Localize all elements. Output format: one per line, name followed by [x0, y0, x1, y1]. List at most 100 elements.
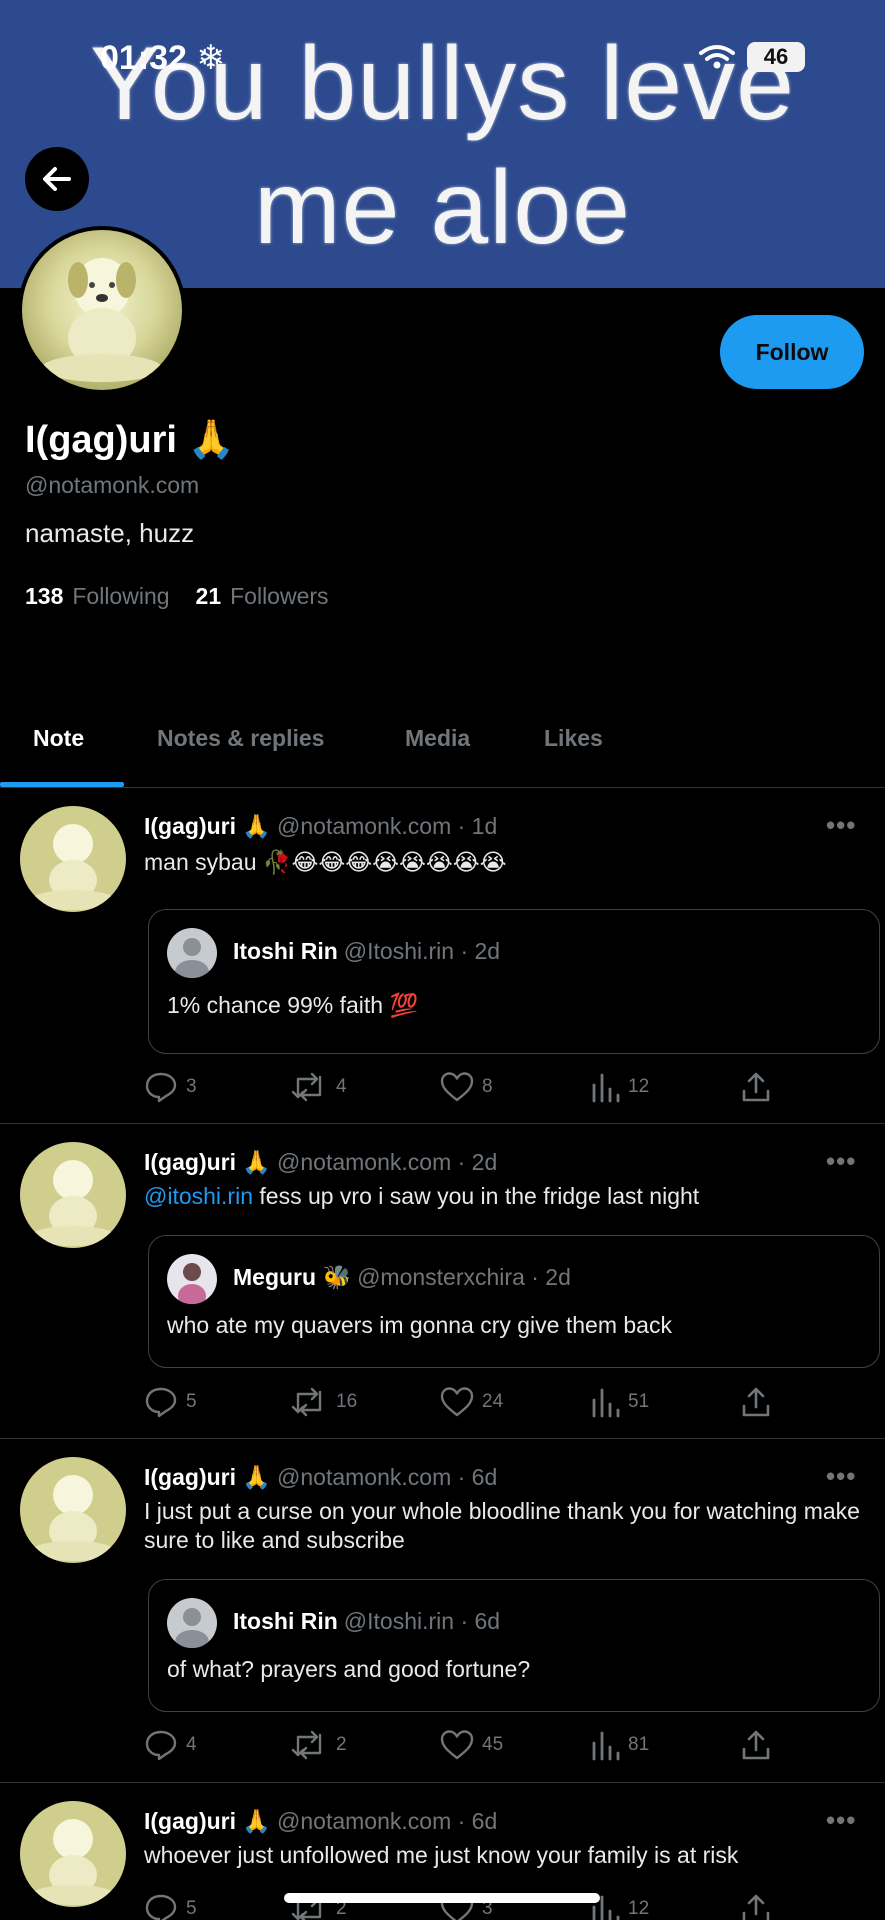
tab-note[interactable]: Note [33, 725, 84, 752]
share-button[interactable] [740, 1893, 772, 1920]
more-options-icon[interactable]: ••• [826, 1805, 856, 1836]
battery-level: 46 [763, 44, 789, 69]
heart-icon [440, 1730, 474, 1760]
share-button[interactable] [740, 1729, 772, 1761]
quote-text: who ate my quavers im gonna cry give the… [167, 1312, 672, 1338]
profile-stats: 138 Following 21 Followers [25, 583, 329, 610]
following-count: 138 [25, 583, 64, 609]
post-header: I(gag)uri 🙏 @notamonk.com · 6d [144, 1464, 497, 1491]
reply-button[interactable]: 3 [144, 1071, 197, 1103]
post-item[interactable]: I(gag)uri 🙏 @notamonk.com · 6d ••• I just… [0, 1439, 885, 1783]
views-button[interactable]: 12 [590, 1071, 649, 1103]
following-link[interactable]: 138 Following [25, 583, 170, 610]
quoted-post[interactable]: Itoshi Rin @Itoshi.rin · 2d 1% chance 99%… [148, 909, 880, 1054]
like-button[interactable]: 45 [440, 1729, 503, 1761]
profile-avatar[interactable] [18, 226, 186, 394]
repost-icon [291, 1072, 322, 1102]
repost-count: 16 [336, 1391, 358, 1412]
like-count: 24 [482, 1391, 504, 1412]
heart-icon [440, 1387, 474, 1417]
post-author-name[interactable]: I(gag)uri 🙏 [144, 1464, 271, 1490]
post-item[interactable]: I(gag)uri 🙏 @notamonk.com · 2d ••• @itosh… [0, 1124, 885, 1439]
post-meta: @notamonk.com · 2d [277, 1149, 498, 1175]
reply-icon [145, 1387, 177, 1418]
battery-icon: 46 [747, 42, 805, 72]
more-options-icon[interactable]: ••• [826, 1461, 856, 1492]
followers-count: 21 [195, 583, 222, 609]
share-icon [742, 1387, 770, 1417]
status-time: 01:32 ❄ [100, 38, 225, 78]
post-header: I(gag)uri 🙏 @notamonk.com · 1d [144, 813, 497, 840]
views-count: 12 [628, 1898, 650, 1919]
follow-button[interactable]: Follow [720, 315, 864, 389]
heart-icon [440, 1072, 474, 1102]
home-indicator[interactable] [284, 1893, 600, 1903]
tab-likes[interactable]: Likes [544, 725, 603, 752]
views-button[interactable]: 51 [590, 1386, 649, 1418]
like-count: 8 [482, 1076, 493, 1097]
reply-count: 3 [186, 1076, 197, 1097]
more-options-icon[interactable]: ••• [826, 810, 856, 841]
post-item[interactable]: I(gag)uri 🙏 @notamonk.com · 1d ••• man sy… [0, 788, 885, 1124]
reply-button[interactable]: 5 [144, 1893, 197, 1920]
display-name: I(gag)uri 🙏 [25, 419, 235, 461]
repost-button[interactable]: 2 [290, 1729, 347, 1761]
like-count: 45 [482, 1734, 504, 1755]
quote-text: 1% chance 99% faith 💯 [167, 992, 419, 1018]
repost-icon [291, 1387, 322, 1417]
quote-author-name: Itoshi Rin [233, 938, 338, 964]
share-button[interactable] [740, 1071, 772, 1103]
back-button[interactable] [25, 147, 89, 211]
mention-link[interactable]: @itoshi.rin [144, 1183, 253, 1209]
quote-avatar [167, 928, 217, 978]
post-actions: 5 16 24 51 [144, 1386, 784, 1426]
repost-button[interactable]: 4 [290, 1071, 347, 1103]
repost-icon [291, 1730, 322, 1760]
post-avatar[interactable] [20, 1142, 126, 1248]
like-button[interactable]: 8 [440, 1071, 493, 1103]
reply-button[interactable]: 5 [144, 1386, 197, 1418]
avatar-image [22, 230, 182, 390]
share-button[interactable] [740, 1386, 772, 1418]
post-text-body: fess up vro i saw you in the fridge last… [253, 1183, 700, 1209]
post-header: I(gag)uri 🙏 @notamonk.com · 6d [144, 1808, 497, 1835]
post-text: @itoshi.rin fess up vro i saw you in the… [144, 1182, 864, 1211]
post-meta: @notamonk.com · 1d [277, 813, 498, 839]
share-icon [742, 1072, 770, 1102]
views-chart-icon [592, 1388, 620, 1418]
followers-link[interactable]: 21 Followers [196, 583, 329, 610]
post-text: whoever just unfollowed me just know you… [144, 1842, 739, 1868]
quote-meta: @Itoshi.rin · 6d [343, 1608, 501, 1634]
repost-button[interactable]: 16 [290, 1386, 357, 1418]
profile-handle: @notamonk.com [25, 472, 200, 498]
views-button[interactable]: 81 [590, 1729, 649, 1761]
share-icon [742, 1894, 770, 1920]
arrow-left-icon [43, 167, 71, 191]
reply-count: 5 [186, 1391, 197, 1412]
tab-media[interactable]: Media [405, 725, 470, 752]
like-button[interactable]: 24 [440, 1386, 503, 1418]
views-chart-icon [592, 1731, 620, 1761]
wifi-icon [699, 45, 735, 69]
quote-text: of what? prayers and good fortune? [167, 1656, 531, 1682]
post-author-name[interactable]: I(gag)uri 🙏 [144, 813, 271, 839]
reply-count: 5 [186, 1898, 197, 1919]
post-avatar[interactable] [20, 806, 126, 912]
more-options-icon[interactable]: ••• [826, 1146, 856, 1177]
reply-button[interactable]: 4 [144, 1729, 197, 1761]
views-count: 12 [628, 1076, 650, 1097]
post-avatar[interactable] [20, 1801, 126, 1907]
post-author-name[interactable]: I(gag)uri 🙏 [144, 1808, 271, 1834]
views-chart-icon [592, 1073, 620, 1103]
post-avatar[interactable] [20, 1457, 126, 1563]
post-author-name[interactable]: I(gag)uri 🙏 [144, 1149, 271, 1175]
tab-notes-replies[interactable]: Notes & replies [157, 725, 324, 752]
quote-avatar [167, 1598, 217, 1648]
share-icon [742, 1730, 770, 1760]
post-actions: 3 4 8 12 [144, 1071, 784, 1111]
profile-bio: namaste, huzz [25, 518, 195, 548]
quoted-post[interactable]: Meguru 🐝 @monsterxchira · 2d who ate my q… [148, 1235, 880, 1368]
quoted-post[interactable]: Itoshi Rin @Itoshi.rin · 6d of what? pray… [148, 1579, 880, 1712]
followers-label: Followers [230, 583, 329, 609]
reply-icon [145, 1894, 177, 1920]
